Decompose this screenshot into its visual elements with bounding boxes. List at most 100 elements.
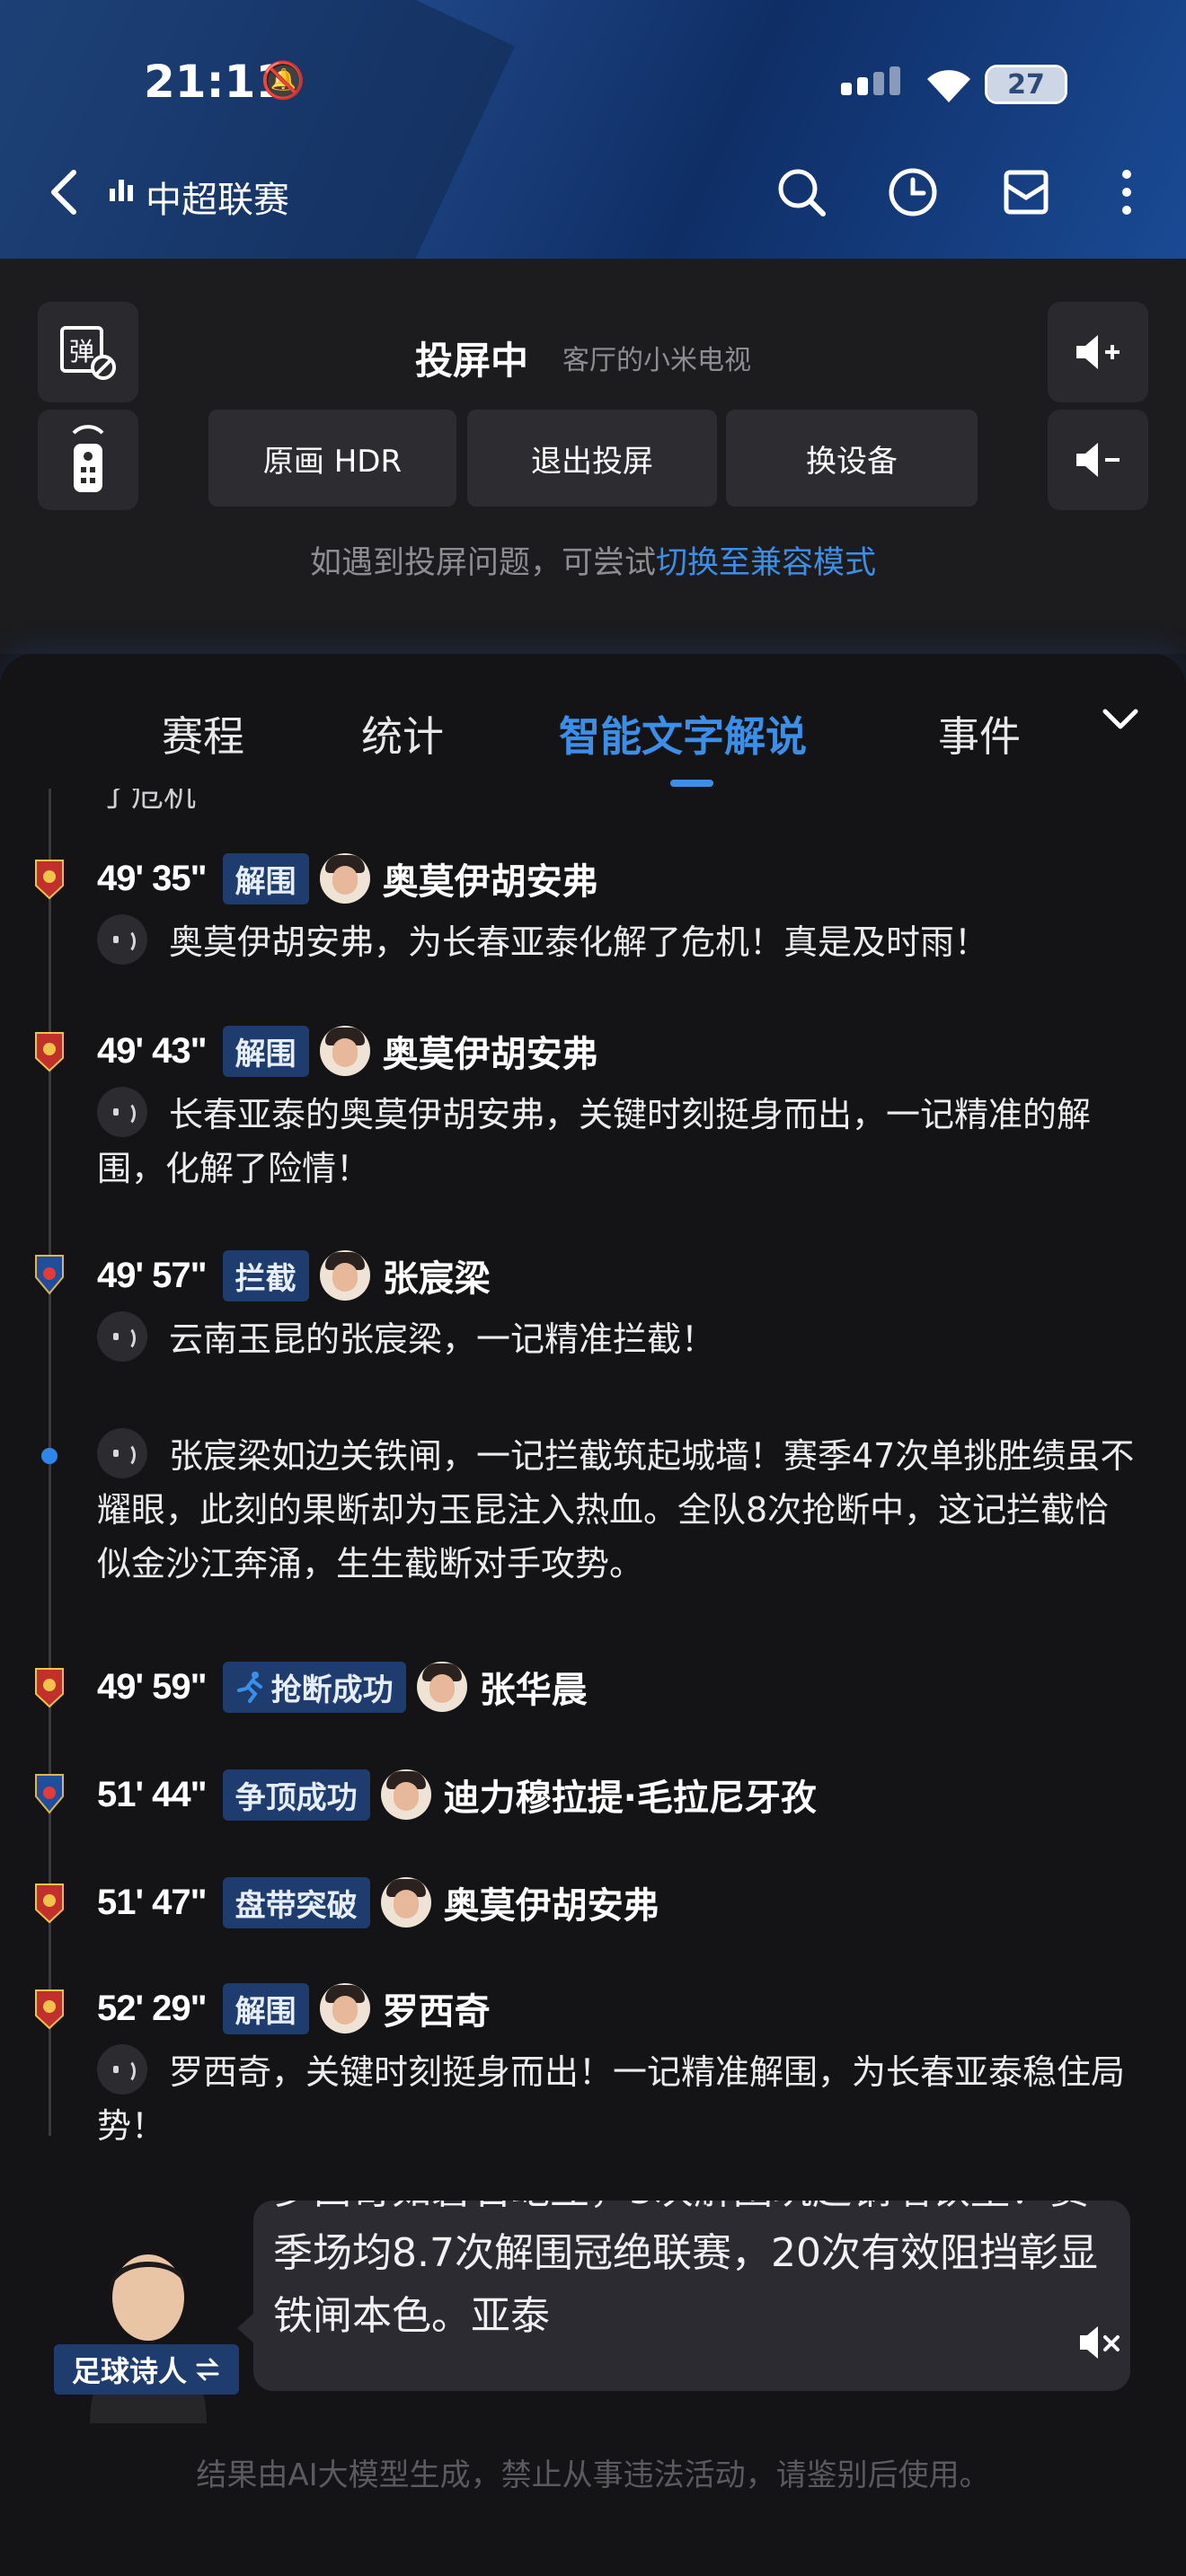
event-minute: 51' 44" — [97, 1774, 208, 1814]
commentary-text: 奥莫伊胡安弗，为长春亚泰化解了危机！真是及时雨！ — [97, 914, 1139, 969]
ai-disclaimer: 结果由AI大模型生成，禁止从事违法活动，请鉴别后使用。 — [196, 2457, 990, 2493]
wifi-icon — [927, 70, 970, 102]
event-tag: 解围 — [222, 852, 309, 904]
commentary-text: 云南玉昆的张宸梁，一记精准拦截！ — [97, 1311, 1139, 1366]
quality-hdr-button[interactable]: 原画 HDR — [208, 410, 456, 507]
commentary-feed[interactable]: 了危机 49' 35" 解围 奥莫伊胡安弗 奥莫伊胡安弗，为长春亚泰化解了危机！… — [0, 789, 1186, 1884]
event-row: 49' 35" 解围 奥莫伊胡安弗 — [97, 851, 598, 905]
player-name[interactable]: 张宸梁 — [383, 1249, 491, 1301]
event-tag: 拦截 — [222, 1249, 309, 1301]
commentary-sheet: 赛程 统计 智能文字解说 事件 了危机 49' 35" 解围 奥莫伊胡安弗 奥莫… — [0, 654, 1186, 2576]
search-icon[interactable] — [774, 165, 828, 219]
tab-schedule[interactable]: 赛程 — [162, 704, 244, 763]
timeline-line — [49, 789, 51, 1884]
changchun-crest-icon — [35, 1989, 64, 2030]
player-name[interactable]: 张华晨 — [480, 1661, 588, 1713]
cast-panel: 弹 投屏中 客厅的小米电视 原画 HDR 退出投屏 换设备 如遇到投屏问题，可尝… — [0, 259, 1186, 654]
player-name[interactable]: 奥莫伊胡安弗 — [383, 852, 598, 904]
event-tag: 抢断成功 — [222, 1661, 406, 1713]
active-tab-indicator — [670, 780, 713, 787]
history-clock-icon[interactable] — [886, 165, 940, 219]
tab-bar: 赛程 统计 智能文字解说 事件 — [0, 654, 1186, 789]
remote-icon — [72, 425, 104, 492]
commentary-text: 长春亚泰的奥莫伊胡安弗，关键时刻挺身而出，一记精准的解围，化解了险情！ — [97, 1087, 1139, 1195]
compat-mode-link[interactable]: 切换至兼容模式 — [656, 545, 876, 581]
event-row: 49' 57" 拦截 张宸梁 — [97, 1248, 491, 1302]
cutoff-text: 了危机 — [99, 789, 197, 814]
player-avatar[interactable] — [319, 853, 370, 904]
tab-stats[interactable]: 统计 — [361, 704, 444, 763]
cast-device-name: 客厅的小米电视 — [562, 345, 751, 376]
player-name[interactable]: 奥莫伊胡安弗 — [383, 1025, 598, 1077]
league-bars-icon — [110, 180, 133, 201]
back-button[interactable] — [47, 167, 79, 229]
changchun-crest-icon — [35, 1032, 64, 1072]
poet-text: 罗西奇如磐石屹立，5次解围筑起钢墙铁壁！赛季场均8.7次解围冠绝联赛，20次有效… — [273, 2201, 1098, 2339]
app-header: 21:11 🔕 27 中超联赛 — [0, 0, 1186, 259]
chevron-down-icon[interactable] — [1098, 697, 1143, 742]
change-device-button[interactable]: 换设备 — [726, 410, 978, 507]
switch-arrows-icon — [196, 2358, 219, 2381]
exit-cast-button[interactable]: 退出投屏 — [467, 410, 717, 507]
danmaku-off-icon: 弹 — [60, 326, 116, 380]
event-tag: 解围 — [222, 1982, 309, 2034]
changchun-crest-icon — [35, 860, 64, 900]
player-avatar[interactable] — [380, 1769, 431, 1820]
player-avatar[interactable] — [416, 1662, 467, 1712]
speaker-icon[interactable] — [97, 2044, 147, 2095]
volume-down-button[interactable] — [1048, 410, 1148, 510]
yunnan-crest-icon — [35, 1255, 64, 1295]
yunnan-crest-icon — [35, 1774, 64, 1814]
player-name[interactable]: 罗西奇 — [383, 1982, 491, 2034]
battery-level: 27 — [987, 67, 1065, 101]
mute-bell-icon: 🔕 — [261, 60, 305, 101]
chevron-left-icon — [51, 170, 76, 215]
mute-icon[interactable] — [1075, 2317, 1125, 2368]
poet-speech-bubble: 罗西奇如磐石屹立，5次解围筑起钢墙铁壁！赛季场均8.7次解围冠绝联赛，20次有效… — [253, 2201, 1130, 2391]
event-minute: 49' 59" — [97, 1666, 208, 1707]
more-menu-icon[interactable] — [1100, 165, 1154, 219]
speaker-icon[interactable] — [97, 1428, 147, 1478]
changchun-crest-icon — [35, 1668, 64, 1708]
player-avatar[interactable] — [380, 1877, 431, 1928]
event-tag: 争顶成功 — [222, 1769, 370, 1821]
player-avatar[interactable] — [319, 1983, 370, 2033]
remote-control-button[interactable] — [38, 410, 138, 510]
poet-label[interactable]: 足球诗人 — [54, 2344, 239, 2395]
commentary-text: 张宸梁如边关铁闸，一记拦截筑起城墙！赛季47次单挑胜绩虽不耀眼，此刻的果断却为玉… — [97, 1428, 1139, 1591]
cellular-signal-icon — [841, 66, 900, 95]
volume-up-icon — [1076, 335, 1120, 369]
svg-text:弹: 弹 — [69, 337, 94, 366]
battery-indicator: 27 — [985, 65, 1067, 104]
speaker-icon[interactable] — [97, 914, 147, 965]
player-name[interactable]: 奥莫伊胡安弗 — [444, 1876, 659, 1928]
speaker-icon[interactable] — [97, 1087, 147, 1137]
cast-hint: 如遇到投屏问题，可尝试切换至兼容模式 — [0, 537, 1186, 583]
cast-hint-text: 如遇到投屏问题，可尝试 — [309, 545, 656, 581]
event-minute: 49' 35" — [97, 858, 208, 898]
event-minute: 49' 43" — [97, 1030, 208, 1071]
volume-up-button[interactable] — [1048, 302, 1148, 402]
event-row: 49' 59" 抢断成功 张华晨 — [97, 1660, 588, 1714]
inbox-icon[interactable] — [999, 165, 1053, 219]
tab-events[interactable]: 事件 — [938, 704, 1021, 763]
volume-down-icon — [1076, 443, 1120, 477]
event-tag: 盘带突破 — [222, 1876, 370, 1928]
event-tag: 解围 — [222, 1025, 309, 1077]
player-avatar[interactable] — [319, 1026, 370, 1076]
event-row: 49' 43" 解围 奥莫伊胡安弗 — [97, 1024, 598, 1078]
tab-ai-commentary[interactable]: 智能文字解说 — [559, 704, 807, 763]
bubble-pointer — [237, 2312, 255, 2344]
player-name[interactable]: 迪力穆拉提·毛拉尼牙孜 — [444, 1769, 817, 1821]
speaker-icon[interactable] — [97, 1311, 147, 1362]
league-title[interactable]: 中超联赛 — [146, 171, 289, 223]
timeline-dot — [41, 1448, 58, 1464]
event-row: 51' 47" 盘带突破 奥莫伊胡安弗 — [97, 1875, 659, 1929]
player-avatar[interactable] — [319, 1250, 370, 1301]
commentary-text: 罗西奇，关键时刻挺身而出！一记精准解围，为长春亚泰稳住局势！ — [97, 2044, 1139, 2153]
tackle-icon — [236, 1672, 262, 1703]
event-minute: 51' 47" — [97, 1882, 208, 1922]
changchun-crest-icon — [35, 1883, 64, 1924]
cast-status-title: 投屏中 — [415, 339, 529, 383]
danmaku-toggle-button[interactable]: 弹 — [38, 302, 138, 402]
